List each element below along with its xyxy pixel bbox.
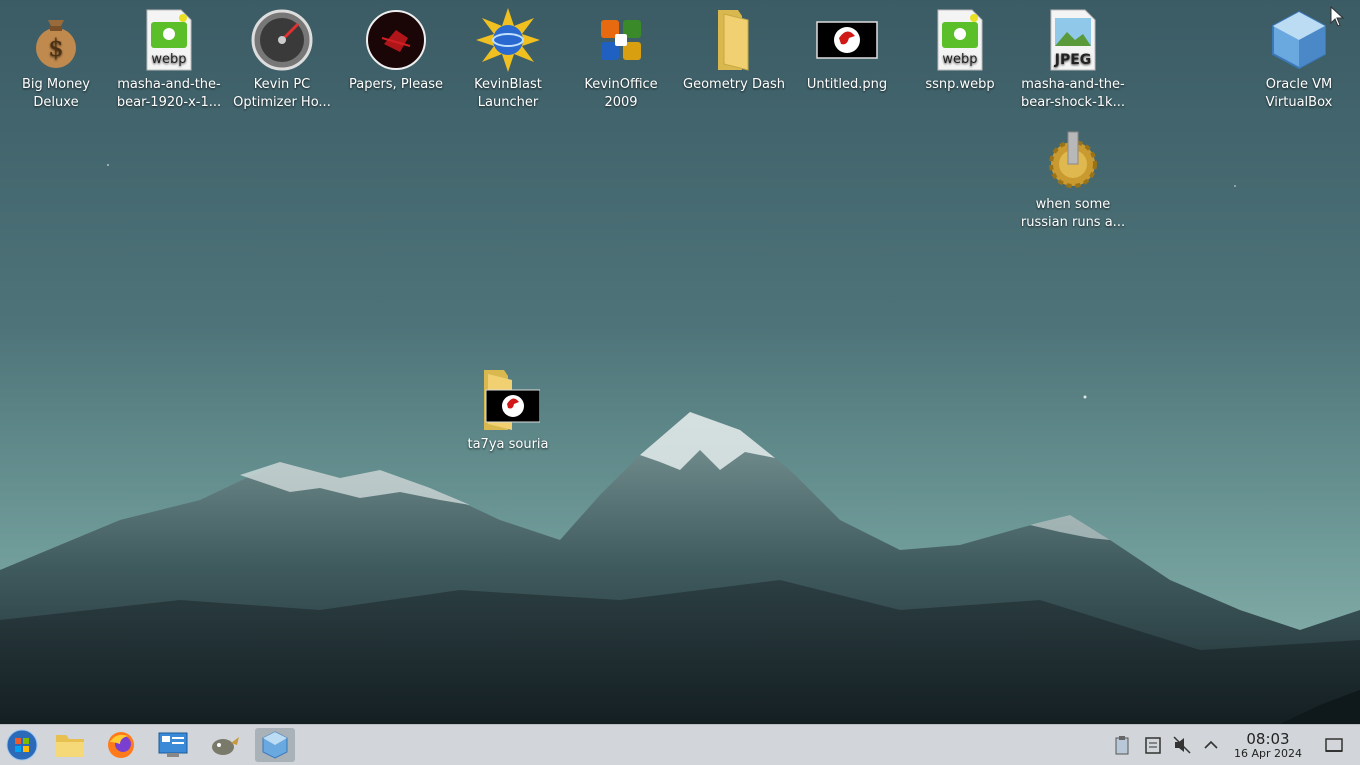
clipboard-tray-icon[interactable] (1112, 735, 1132, 755)
desktop-icon-big-money-deluxe[interactable]: $ Big Money Deluxe (1, 8, 111, 112)
clock[interactable]: 08:03 16 Apr 2024 (1228, 731, 1308, 761)
taskbar-virtualbox[interactable] (255, 728, 295, 762)
folder-icon (56, 735, 84, 757)
desktop-icon-kevinoffice-2009[interactable]: KevinOffice 2009 (566, 8, 676, 112)
gear-icon (1049, 131, 1097, 188)
webp-file-icon: webp (146, 9, 192, 71)
start-menu-button[interactable] (2, 728, 42, 762)
start-orb-icon (6, 729, 38, 761)
icon-label: masha-and-the-bear-shock-1k... (1021, 77, 1125, 110)
show-desktop-icon[interactable] (1324, 735, 1344, 755)
system-settings-icon (158, 732, 188, 757)
mouse-cursor-icon (1330, 6, 1345, 27)
desktop[interactable]: $ Big Money Deluxe webp masha-and-the-be… (0, 0, 1360, 724)
clock-date: 16 Apr 2024 (1233, 747, 1302, 760)
desktop-icon-ssnp-webp[interactable]: webp ssnp.webp (905, 8, 1015, 112)
desktop-icon-papers-please[interactable]: Papers, Please (341, 8, 451, 112)
desktop-icon-geometry-dash[interactable]: Geometry Dash (679, 8, 789, 112)
kevinblast-sun-icon (476, 8, 540, 72)
icon-label: Kevin PC Optimizer Ho... (233, 77, 331, 110)
papers-please-emblem-icon (366, 10, 426, 70)
clock-time: 08:03 (1246, 730, 1290, 748)
image-thumbnail-icon (816, 21, 878, 59)
folder-with-image-icon (484, 370, 540, 430)
office-logo-icon (601, 20, 641, 60)
notes-tray-icon[interactable] (1143, 735, 1163, 755)
webp-badge: webp (151, 52, 186, 67)
icon-label: Papers, Please (348, 77, 444, 92)
desktop-icon-untitled-png[interactable]: Untitled.png (792, 8, 902, 112)
gimp-icon (212, 737, 239, 755)
firefox-icon (108, 732, 134, 758)
desktop-icon-when-some-russian[interactable]: when some russian runs a... (1018, 128, 1128, 232)
jpeg-file-icon: JPEG (1050, 9, 1096, 71)
desktop-icon-kevinblast-launcher[interactable]: KevinBlast Launcher (453, 8, 563, 112)
icon-label: ssnp.webp (925, 77, 995, 92)
taskbar-firefox[interactable] (101, 728, 141, 762)
icon-label: KevinBlast Launcher (474, 77, 542, 110)
webp-badge: webp (942, 52, 977, 67)
webp-file-icon: webp (937, 9, 983, 71)
desktop-icon-masha-jpeg[interactable]: JPEG masha-and-the-bear-shock-1k... (1018, 8, 1128, 112)
taskbar-gimp[interactable] (205, 728, 245, 762)
desktop-icon-masha-webp[interactable]: webp masha-and-the-bear-1920-x-1... (114, 8, 224, 112)
desktop-icon-ta7ya-souria[interactable]: ta7ya souria (453, 368, 563, 472)
jpeg-badge: JPEG (1054, 52, 1092, 68)
virtualbox-cube-icon (262, 731, 288, 759)
speedometer-icon (251, 9, 313, 71)
desktop-icon-kevin-pc-optimizer[interactable]: Kevin PC Optimizer Ho... (227, 8, 337, 112)
svg-text:$: $ (48, 34, 63, 62)
money-bag-icon: $ (36, 20, 76, 68)
icon-label: KevinOffice 2009 (584, 77, 658, 110)
icon-label: ta7ya souria (467, 437, 549, 452)
taskbar-file-manager[interactable] (50, 728, 90, 762)
icon-label: Oracle VM VirtualBox (1265, 77, 1333, 110)
icon-label: Geometry Dash (683, 77, 785, 92)
icon-label: Untitled.png (806, 77, 888, 92)
chevron-up-icon[interactable] (1201, 735, 1221, 755)
taskbar-system-settings[interactable] (153, 728, 193, 762)
icon-label: masha-and-the-bear-1920-x-1... (116, 77, 222, 110)
icon-label: when some russian runs a... (1020, 197, 1126, 230)
taskbar: 08:03 16 Apr 2024 (0, 724, 1360, 765)
folder-icon (718, 10, 749, 71)
virtualbox-cube-icon (1272, 10, 1326, 70)
volume-muted-icon[interactable] (1172, 735, 1192, 755)
icon-label: Big Money Deluxe (21, 77, 90, 110)
